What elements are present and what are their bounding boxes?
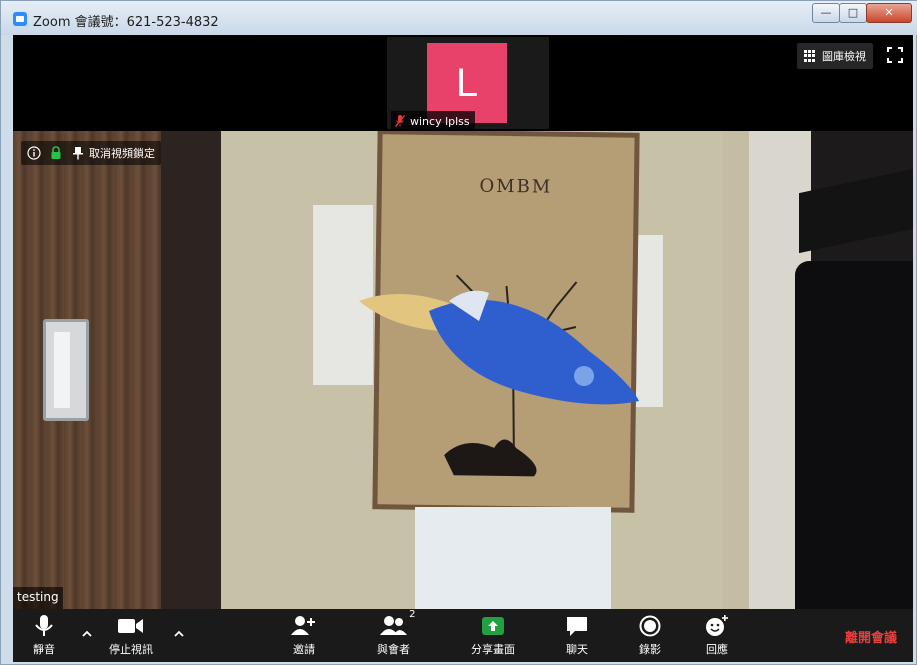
zoom-app-icon [13, 12, 27, 26]
video-options-chevron-up-icon[interactable] [173, 625, 185, 637]
microphone-icon [34, 615, 54, 637]
zoom-window: Zoom 會議號：621-523-4832 — □ ✕ L wincy lpls… [0, 0, 917, 665]
gallery-view-button[interactable]: 圖庫檢視 [797, 43, 873, 69]
chat-bubble-icon [566, 615, 588, 637]
mute-button[interactable]: 靜音 [33, 615, 55, 657]
grid-icon [804, 49, 817, 63]
stop-video-button[interactable]: 停止視訊 [109, 615, 153, 657]
dark-curtain [795, 261, 913, 609]
maximize-button[interactable]: □ [839, 3, 867, 23]
door-frame [161, 131, 221, 609]
share-screen-icon [481, 615, 505, 637]
thumbnail-name-tag: wincy lplss [391, 111, 475, 129]
reactions-button[interactable]: 回應 [705, 615, 729, 657]
record-label: 錄影 [639, 643, 661, 656]
window-controls: — □ ✕ [812, 3, 912, 23]
record-button[interactable]: 錄影 [639, 615, 661, 657]
add-user-icon [291, 615, 317, 637]
invite-button[interactable]: 邀請 [291, 615, 317, 657]
share-screen-button[interactable]: 分享畫面 [471, 615, 515, 657]
emoji-plus-icon [705, 615, 729, 637]
door-handle [43, 319, 89, 421]
pin-icon[interactable] [71, 146, 85, 160]
record-icon [639, 615, 661, 637]
participants-button[interactable]: 2 與會者 [377, 609, 416, 657]
participants-icon: 2 [379, 609, 416, 637]
participants-count-badge: 2 [409, 609, 416, 620]
mic-muted-icon [395, 115, 405, 127]
paper-rocket-toy [359, 290, 639, 405]
video-info-bar: 取消視頻鎖定 [21, 141, 161, 165]
participant-thumbnail[interactable]: L wincy lplss [387, 37, 549, 129]
meeting-toolbar: 靜音 停止視訊 邀請 2 與會者 分享畫面 聊天 錄影 回應 離開會議 [13, 609, 913, 662]
leave-meeting-button[interactable]: 離開會議 [845, 627, 897, 646]
close-button[interactable]: ✕ [866, 3, 912, 23]
participants-label: 與會者 [377, 643, 410, 656]
reactions-label: 回應 [706, 643, 728, 656]
title-bar[interactable]: Zoom 會議號：621-523-4832 — □ ✕ [1, 1, 917, 35]
meeting-area: L wincy lplss 圖庫檢視 OMBM 取消視頻鎖定 testing 靜… [13, 35, 913, 662]
board-logo: OMBM [479, 175, 553, 198]
video-camera-icon [117, 615, 145, 637]
window-title: Zoom 會議號：621-523-4832 [33, 15, 219, 30]
main-video-feed[interactable]: OMBM 取消視頻鎖定 testing [13, 131, 913, 609]
unpin-video-label[interactable]: 取消視頻鎖定 [89, 145, 155, 161]
stop-video-label: 停止視訊 [109, 643, 153, 656]
chat-button[interactable]: 聊天 [566, 615, 588, 657]
lock-icon[interactable] [49, 146, 63, 160]
chat-label: 聊天 [566, 643, 588, 656]
speaker-name-label: testing [13, 587, 63, 609]
minimize-button[interactable]: — [812, 3, 840, 23]
audio-options-chevron-up-icon[interactable] [81, 625, 93, 637]
gallery-view-label: 圖庫檢視 [822, 50, 866, 63]
thumbnail-participant-name: wincy lplss [410, 114, 470, 128]
mute-label: 靜音 [33, 643, 55, 656]
fullscreen-icon[interactable] [887, 47, 903, 63]
share-screen-label: 分享畫面 [471, 643, 515, 656]
invite-label: 邀請 [293, 643, 315, 656]
wall-sign [415, 507, 611, 609]
info-icon[interactable] [27, 146, 41, 160]
